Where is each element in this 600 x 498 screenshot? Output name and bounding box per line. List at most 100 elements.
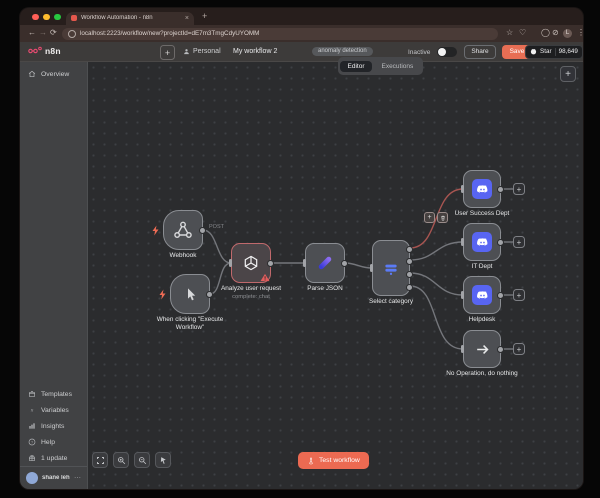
screenshot-stage: Workflow Automation - n8n × + ← → ⟳ loca… (0, 0, 600, 498)
browser-tab-strip: Workflow Automation - n8n × + (20, 8, 583, 25)
output-port[interactable] (497, 239, 504, 246)
test-workflow-label: Test workflow (319, 457, 360, 464)
sidebar-item-variables[interactable]: x Variables (20, 402, 87, 418)
svg-text:x: x (30, 408, 34, 414)
output-port[interactable] (199, 227, 206, 234)
input-port[interactable] (461, 291, 464, 299)
user-name: shane lehren (42, 475, 70, 481)
add-workflow-button[interactable]: + (160, 45, 175, 60)
node-select-category[interactable]: Select category (372, 240, 410, 296)
extensions-icon[interactable]: ◯ (541, 29, 550, 37)
output-port[interactable] (497, 346, 504, 353)
input-port[interactable] (461, 185, 464, 193)
incognito-icon[interactable]: ⊘ (552, 29, 559, 37)
test-workflow-button[interactable]: Test workflow (298, 452, 369, 469)
output-port-3[interactable] (406, 284, 413, 291)
input-port[interactable] (370, 264, 373, 272)
github-star-widget[interactable]: Star 98,649 (525, 45, 583, 59)
node-it-dept[interactable]: IT Dept (463, 223, 501, 261)
add-next-node-button[interactable]: + (513, 289, 525, 301)
tidy-up-button[interactable] (155, 452, 171, 468)
zoom-in-button[interactable] (113, 452, 129, 468)
node-webhook[interactable]: POST Webhook (163, 210, 203, 250)
app-header: n8n + Personal My workflow 2 anomaly det… (20, 42, 583, 62)
user-avatar (26, 472, 38, 484)
n8n-app: n8n + Personal My workflow 2 anomaly det… (20, 42, 583, 489)
connection-delete-button[interactable] (437, 212, 448, 223)
zoom-in-icon (117, 456, 126, 465)
forward-icon[interactable]: → (39, 29, 47, 37)
output-port-1[interactable] (406, 258, 413, 265)
input-port[interactable] (303, 259, 306, 267)
input-port[interactable] (229, 259, 232, 267)
add-node-button[interactable]: + (560, 66, 576, 82)
n8n-logo[interactable]: n8n (28, 46, 61, 56)
breadcrumb-workflow-name[interactable]: My workflow 2 (233, 48, 277, 55)
minimize-window-button[interactable] (43, 14, 50, 21)
back-icon[interactable]: ← (28, 29, 36, 37)
zoom-to-fit-button[interactable] (92, 452, 108, 468)
arrow-right-icon (474, 341, 491, 358)
templates-box-icon (28, 390, 36, 398)
sidebar-item-help[interactable]: ? Help (20, 434, 87, 450)
output-port[interactable] (341, 260, 348, 267)
close-window-button[interactable] (32, 14, 39, 21)
node-helpdesk[interactable]: Helpdesk (463, 276, 501, 314)
user-menu[interactable]: shane lehren ⋯ (20, 466, 87, 489)
refresh-icon[interactable]: ⟳ (50, 29, 57, 37)
parse-json-icon (315, 253, 335, 273)
close-tab-icon[interactable]: × (185, 15, 189, 22)
workflow-tag[interactable]: anomaly detection (312, 47, 373, 56)
node-label: Select category (336, 298, 446, 306)
sidebar-item-updates[interactable]: 1 update (20, 450, 87, 466)
maximize-window-button[interactable] (54, 14, 61, 21)
tab-editor[interactable]: Editor (340, 61, 373, 72)
discord-icon (472, 232, 492, 252)
output-port[interactable] (497, 292, 504, 299)
browser-tab[interactable]: Workflow Automation - n8n × (66, 12, 194, 26)
new-tab-button[interactable]: + (202, 11, 207, 21)
share-button[interactable]: Share (464, 45, 496, 59)
node-no-operation[interactable]: No Operation, do nothing (463, 330, 501, 368)
user-menu-dots-icon[interactable]: ⋯ (74, 474, 81, 482)
output-port-2[interactable] (406, 271, 413, 278)
add-next-node-button[interactable]: + (513, 343, 525, 355)
logo-text: n8n (45, 46, 61, 56)
input-port[interactable] (461, 345, 464, 353)
browser-menu-icon[interactable]: ⋮ (577, 29, 583, 37)
node-parse-json[interactable]: Parse JSON (305, 243, 345, 283)
node-analyze-user-request[interactable]: Analyze user request complete: chat (231, 243, 271, 283)
sidebar-item-insights[interactable]: Insights (20, 418, 87, 434)
bookmark-icon[interactable]: ☆ (506, 29, 513, 37)
add-next-node-button[interactable]: + (513, 183, 525, 195)
zoom-out-button[interactable] (134, 452, 150, 468)
sidebar-item-overview[interactable]: Overview (20, 66, 87, 82)
sidebar-spacer (20, 82, 87, 386)
zoom-out-icon (138, 456, 147, 465)
output-port[interactable] (497, 186, 504, 193)
active-toggle[interactable] (437, 47, 457, 57)
switch-icon (382, 259, 400, 277)
n8n-logo-icon (28, 46, 42, 56)
add-next-node-button[interactable]: + (513, 236, 525, 248)
view-tabs: Editor Executions (338, 57, 423, 75)
sidebar-item-templates[interactable]: Templates (20, 386, 87, 402)
profile-avatar[interactable]: L (563, 29, 572, 38)
connection-add-node-button[interactable]: + (424, 212, 435, 223)
output-port[interactable] (267, 260, 274, 267)
discord-icon (472, 179, 492, 199)
input-port[interactable] (461, 238, 464, 246)
github-star-label: Star (540, 48, 552, 55)
extension-heart-icon[interactable]: ♡ (519, 29, 526, 37)
site-info-icon[interactable] (68, 30, 76, 38)
variables-icon: x (28, 406, 36, 414)
discord-icon (472, 285, 492, 305)
workflow-canvas[interactable]: Editor Executions + (88, 62, 583, 489)
output-port-0[interactable] (406, 246, 413, 253)
n8n-favicon (71, 15, 77, 21)
node-user-success-dept[interactable]: User Success Dept (463, 170, 501, 208)
breadcrumb-project[interactable]: Personal (183, 48, 221, 55)
svg-text:?: ? (31, 440, 33, 444)
tab-executions[interactable]: Executions (373, 61, 421, 72)
url-bar[interactable]: localhost:2223/workflow/new?projectId=dE… (62, 28, 498, 40)
